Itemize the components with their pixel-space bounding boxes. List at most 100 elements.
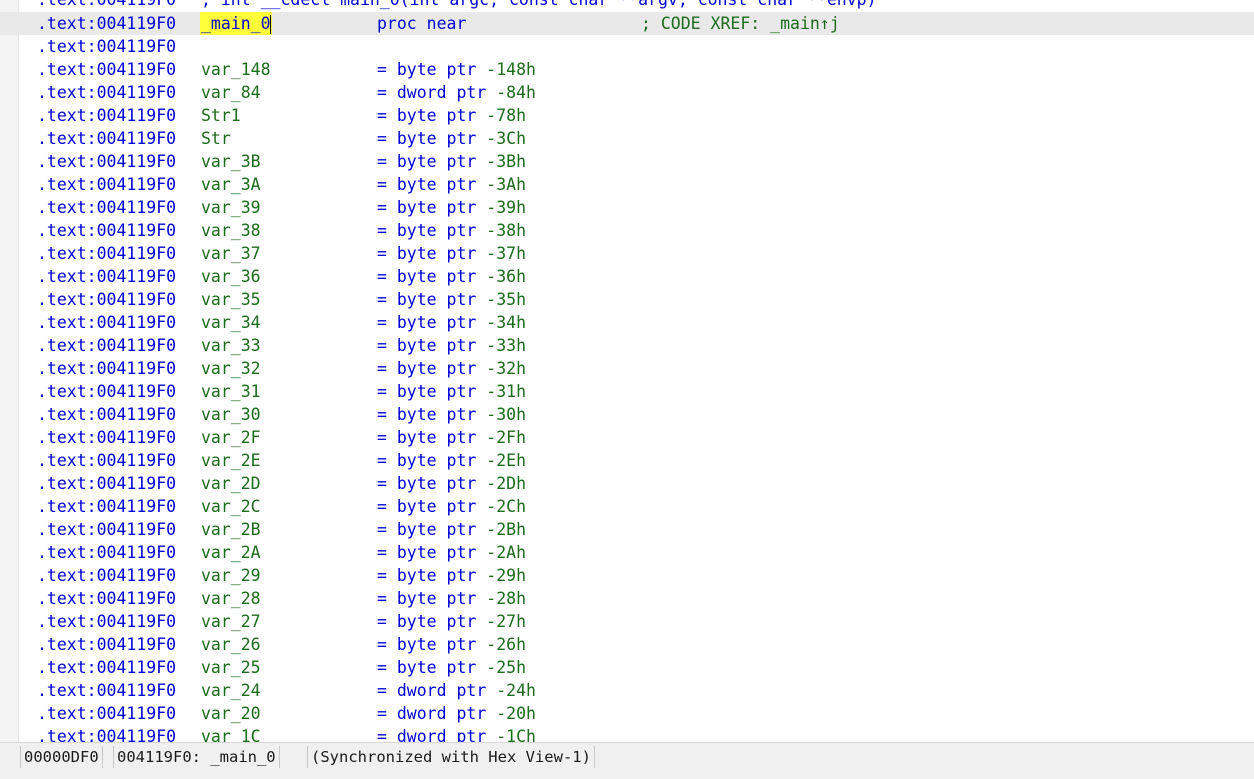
variable-definition: = byte ptr -36h [377, 267, 527, 286]
variable-name[interactable]: var_32 [201, 357, 261, 380]
variable-name[interactable]: Str [201, 127, 231, 150]
variable-name[interactable]: var_28 [201, 587, 261, 610]
variable-type: byte ptr [396, 175, 477, 194]
variable-name[interactable]: var_38 [201, 219, 261, 242]
stack-variable-row[interactable]: .text:004119F0 var_28 = byte ptr -28h [0, 587, 1254, 610]
variable-definition: = dword ptr -24h [377, 681, 536, 700]
stack-variable-row[interactable]: .text:004119F0 var_2C = byte ptr -2Ch [0, 495, 1254, 518]
variable-name[interactable]: var_33 [201, 334, 261, 357]
function-name-highlighted[interactable]: _main_0 [200, 12, 272, 35]
proc-line[interactable]: .text:004119F0 _main_0 proc near ; CODE … [0, 12, 1254, 35]
variable-type: byte ptr [396, 152, 477, 171]
status-location: 004119F0: _main_0 [113, 746, 280, 768]
variable-name[interactable]: var_34 [201, 311, 261, 334]
stack-variable-row[interactable]: .text:004119F0 var_26 = byte ptr -26h [0, 633, 1254, 656]
stack-variable-row[interactable]: .text:004119F0 var_35 = byte ptr -35h [0, 288, 1254, 311]
variable-name[interactable]: var_148 [201, 58, 271, 81]
stack-variable-row[interactable]: .text:004119F0 var_37 = byte ptr -37h [0, 242, 1254, 265]
stack-variable-row[interactable]: .text:004119F0 var_34 = byte ptr -34h [0, 311, 1254, 334]
variable-name[interactable]: var_39 [201, 196, 261, 219]
variable-offset: -84h [496, 83, 536, 102]
function-name-text: _main_0 [201, 14, 271, 33]
stack-variable-row[interactable]: .text:004119F0 var_27 = byte ptr -27h [0, 610, 1254, 633]
variable-name[interactable]: var_36 [201, 265, 261, 288]
stack-variable-row[interactable]: .text:004119F0 var_29 = byte ptr -29h [0, 564, 1254, 587]
stack-variable-row[interactable]: .text:004119F0 var_2B = byte ptr -2Bh [0, 518, 1254, 541]
variable-name[interactable]: var_24 [201, 679, 261, 702]
variable-name[interactable]: var_20 [201, 702, 261, 725]
stack-variable-row[interactable]: .text:004119F0 var_3B = byte ptr -3Bh [0, 150, 1254, 173]
stack-variable-row[interactable]: .text:004119F0 var_31 = byte ptr -31h [0, 380, 1254, 403]
stack-variable-row[interactable]: .text:004119F0 var_33 = byte ptr -33h [0, 334, 1254, 357]
variable-name[interactable]: var_25 [201, 656, 261, 679]
line-address: .text:004119F0 [37, 14, 177, 33]
stack-variable-row[interactable]: .text:004119F0 var_1C = dword ptr -1Ch [0, 725, 1254, 742]
variable-name[interactable]: Str1 [201, 104, 241, 127]
stack-variable-row[interactable]: .text:004119F0 var_84 = dword ptr -84h [0, 81, 1254, 104]
variable-name[interactable]: var_27 [201, 610, 261, 633]
variable-offset: -38h [486, 221, 527, 240]
variable-offset: -32h [486, 359, 527, 378]
stack-variable-row[interactable]: .text:004119F0 var_2E = byte ptr -2Eh [0, 449, 1254, 472]
stack-variable-row[interactable]: .text:004119F0 var_32 = byte ptr -32h [0, 357, 1254, 380]
variable-type: byte ptr [396, 359, 477, 378]
variable-name[interactable]: var_37 [201, 242, 261, 265]
variable-type: byte ptr [396, 267, 477, 286]
variable-type: byte ptr [396, 566, 477, 585]
line-address: .text:004119F0 [37, 612, 177, 631]
variable-definition: = byte ptr -2Eh [377, 451, 527, 470]
stack-variable-row[interactable]: .text:004119F0 var_2F = byte ptr -2Fh [0, 426, 1254, 449]
disassembly-listing[interactable]: .text:004119F0 ; int __cdecl main_0(int … [0, 0, 1254, 742]
variable-name[interactable]: var_84 [201, 81, 261, 104]
variable-name[interactable]: var_3A [201, 173, 261, 196]
variable-name[interactable]: var_35 [201, 288, 261, 311]
variable-offset: -148h [486, 60, 536, 79]
stack-variable-row[interactable]: .text:004119F0 var_36 = byte ptr -36h [0, 265, 1254, 288]
status-sync-info: (Synchronized with Hex View-1) [307, 746, 595, 768]
stack-variable-row[interactable]: .text:004119F0 var_30 = byte ptr -30h [0, 403, 1254, 426]
line-address: .text:004119F0 [37, 267, 177, 286]
function-signature-line[interactable]: .text:004119F0 ; int __cdecl main_0(int … [0, 0, 1254, 11]
stack-variable-row[interactable]: .text:004119F0 var_148 = byte ptr -148h [0, 58, 1254, 81]
variable-name[interactable]: var_1C [201, 725, 261, 742]
stack-variable-row[interactable]: .text:004119F0 var_2D = byte ptr -2Dh [0, 472, 1254, 495]
variable-type: byte ptr [396, 428, 477, 447]
line-address: .text:004119F0 [37, 244, 177, 263]
variable-name[interactable]: var_2A [201, 541, 261, 564]
code-xref-comment[interactable]: ; CODE XREF: _main↑j [641, 12, 840, 35]
variable-name[interactable]: var_29 [201, 564, 261, 587]
variable-name[interactable]: var_2C [201, 495, 261, 518]
proc-declaration: proc near [377, 14, 467, 33]
variable-name[interactable]: var_2B [201, 518, 261, 541]
variable-type: byte ptr [396, 612, 477, 631]
text-cursor [269, 15, 271, 34]
variable-type: byte ptr [396, 658, 477, 677]
status-file-offset: 00000DF0 [20, 746, 103, 768]
variable-offset: -27h [486, 612, 527, 631]
line-address: .text:004119F0 [37, 152, 177, 171]
variable-type: byte ptr [396, 520, 477, 539]
variable-definition: = byte ptr -33h [377, 336, 527, 355]
stack-variable-row[interactable]: .text:004119F0 var_24 = dword ptr -24h [0, 679, 1254, 702]
variable-name[interactable]: var_3B [201, 150, 261, 173]
stack-variable-row[interactable]: .text:004119F0 Str = byte ptr -3Ch [0, 127, 1254, 150]
stack-variable-row[interactable]: .text:004119F0 var_2A = byte ptr -2Ah [0, 541, 1254, 564]
variable-name[interactable]: var_2D [201, 472, 261, 495]
blank-listing-line[interactable]: .text:004119F0 [0, 35, 1254, 58]
variable-offset: -3Ch [486, 129, 527, 148]
variable-type: byte ptr [396, 336, 477, 355]
variable-name[interactable]: var_2E [201, 449, 261, 472]
variable-name[interactable]: var_26 [201, 633, 261, 656]
stack-variable-row[interactable]: .text:004119F0 var_25 = byte ptr -25h [0, 656, 1254, 679]
variable-name[interactable]: var_30 [201, 403, 261, 426]
variable-name[interactable]: var_31 [201, 380, 261, 403]
stack-variable-row[interactable]: .text:004119F0 var_3A = byte ptr -3Ah [0, 173, 1254, 196]
variable-name[interactable]: var_2F [201, 426, 261, 449]
variable-type: dword ptr [396, 727, 487, 742]
stack-variable-row[interactable]: .text:004119F0 Str1 = byte ptr -78h [0, 104, 1254, 127]
variable-definition: = byte ptr -3Ah [377, 175, 527, 194]
stack-variable-row[interactable]: .text:004119F0 var_38 = byte ptr -38h [0, 219, 1254, 242]
variable-definition: = byte ptr -38h [377, 221, 527, 240]
stack-variable-row[interactable]: .text:004119F0 var_39 = byte ptr -39h [0, 196, 1254, 219]
stack-variable-row[interactable]: .text:004119F0 var_20 = dword ptr -20h [0, 702, 1254, 725]
